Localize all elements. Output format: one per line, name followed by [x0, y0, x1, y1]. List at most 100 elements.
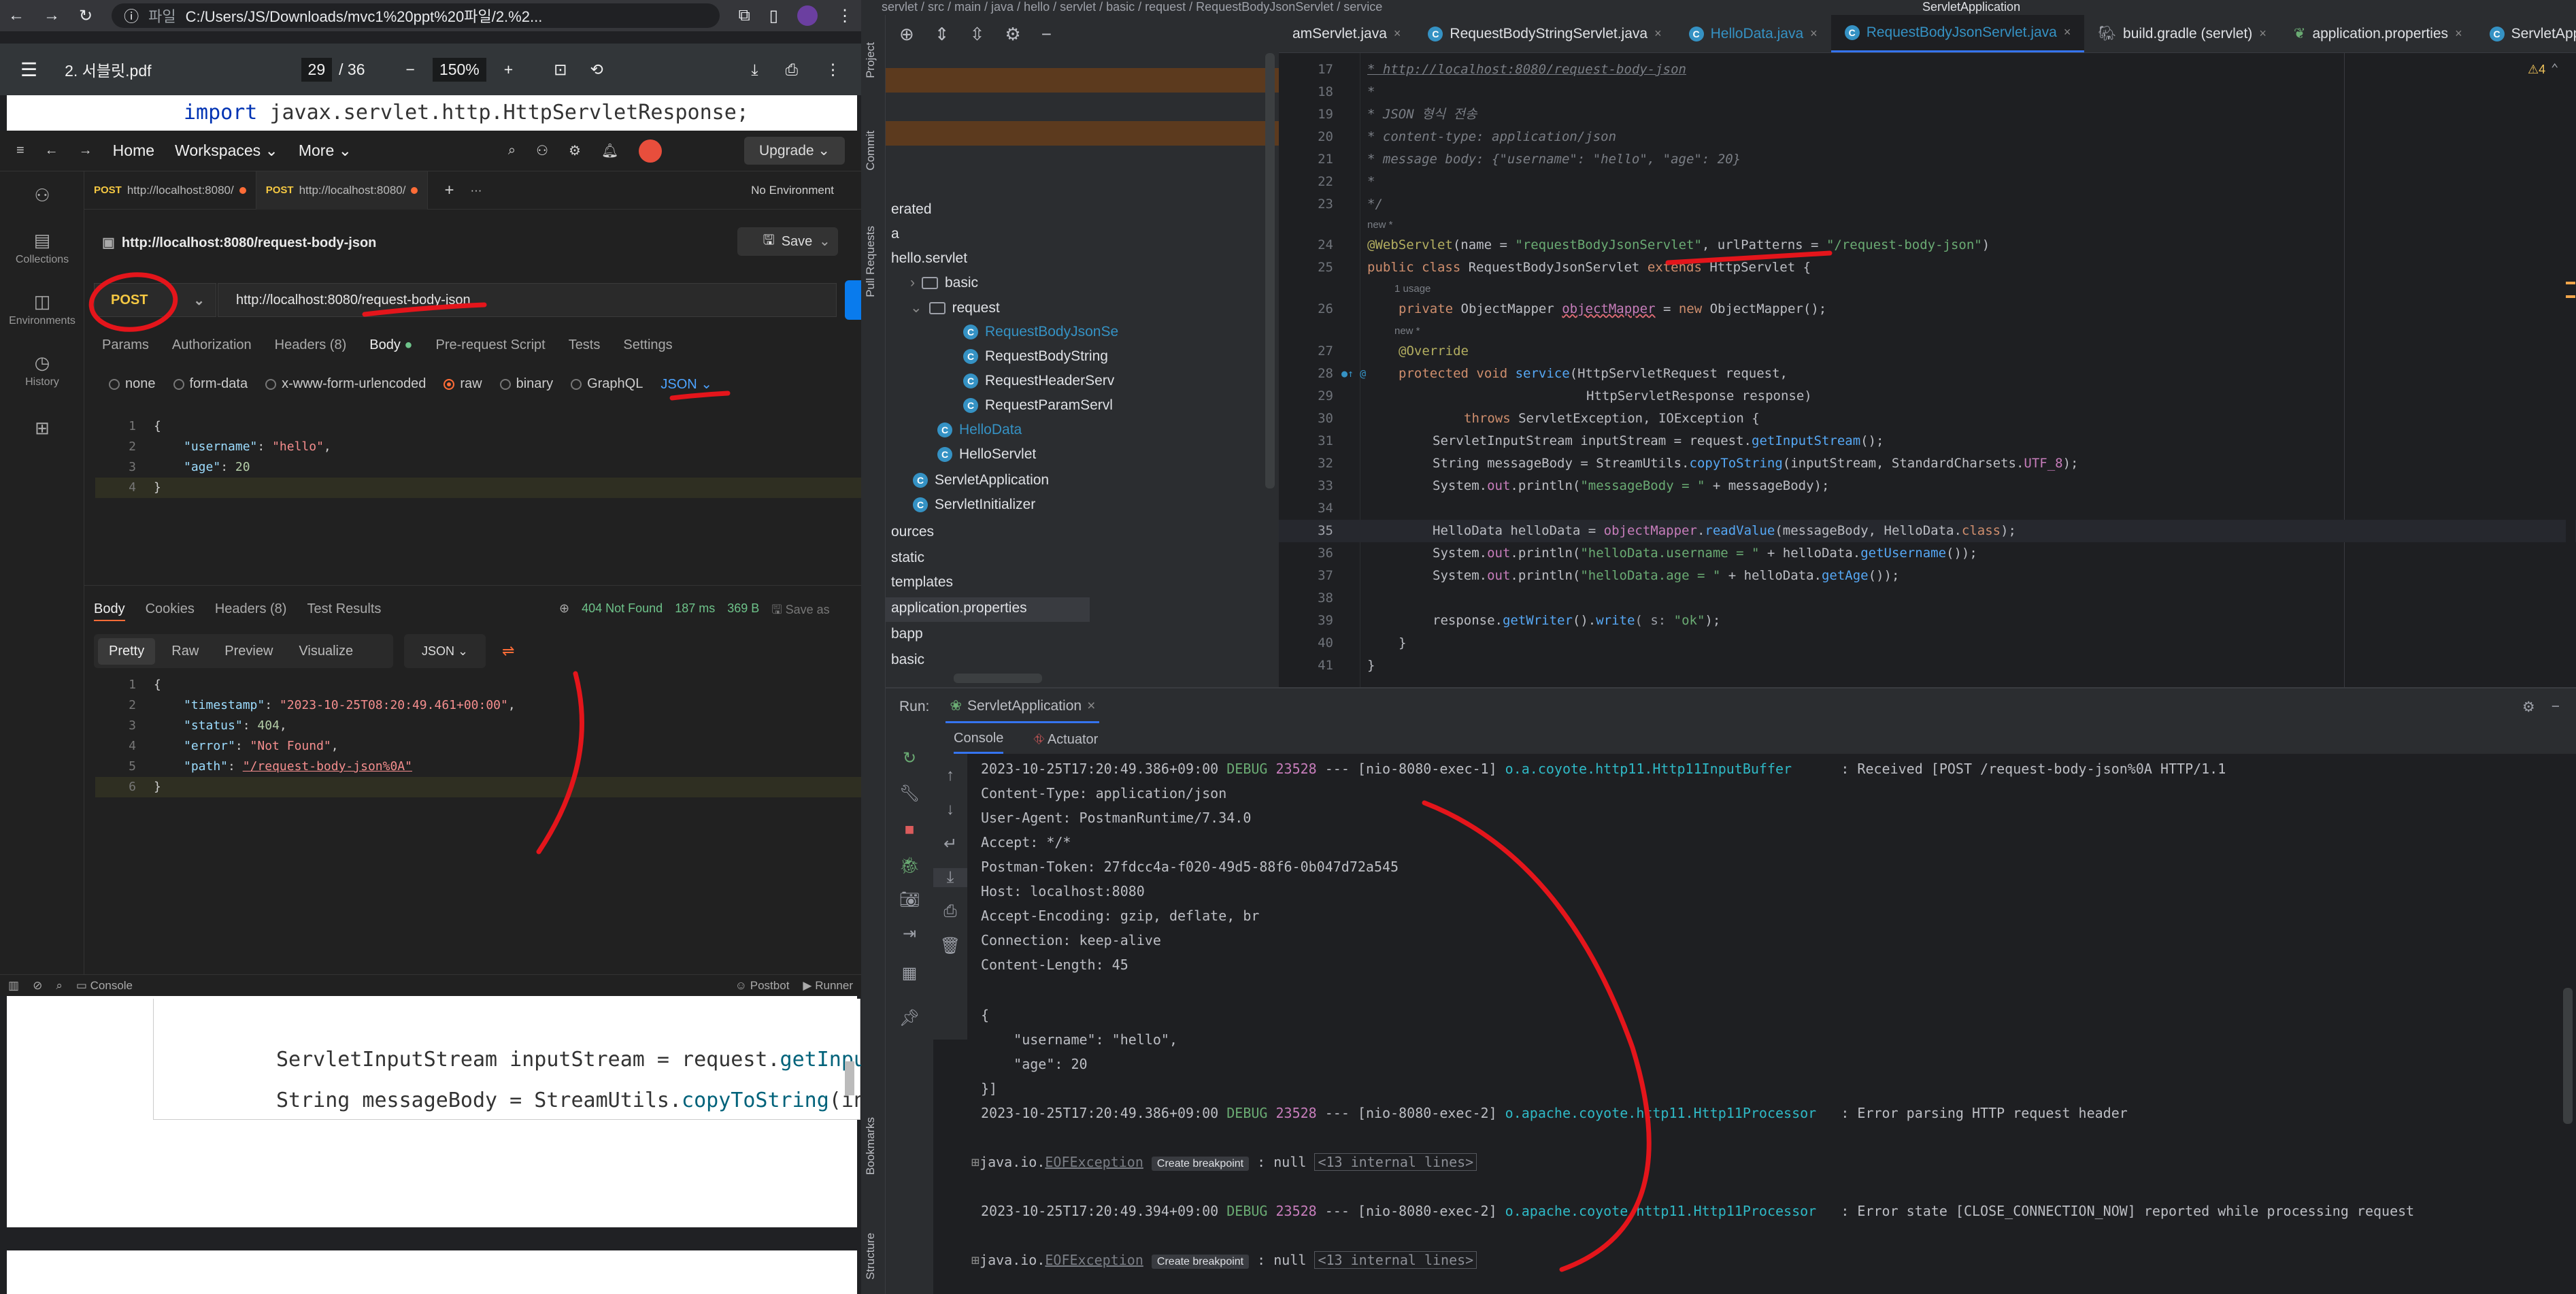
tree-item[interactable]: › basic	[910, 275, 978, 291]
soft-wrap-icon[interactable]: ↵	[933, 834, 967, 854]
search-icon[interactable]: ⌕	[508, 143, 516, 159]
url-input[interactable]: http://localhost:8080/request-body-json	[218, 283, 837, 317]
more-tabs-icon[interactable]: ···	[470, 184, 482, 197]
editor-tab-active[interactable]: C RequestBodyJsonServlet.java ×	[1830, 15, 2085, 52]
project-tool-label[interactable]: Project	[864, 42, 877, 78]
expand-icon[interactable]: ⊞	[971, 1252, 980, 1268]
gear-icon[interactable]: ⚙	[569, 142, 581, 159]
close-icon[interactable]: ×	[2455, 27, 2462, 41]
tree-item[interactable]: erated	[891, 201, 932, 218]
back-icon[interactable]: ←	[8, 6, 24, 25]
internal-lines-fold[interactable]: <13 internal lines>	[1314, 1153, 1477, 1171]
tree-scrollbar[interactable]	[1265, 53, 1275, 488]
layout-icon[interactable]: ▥	[8, 979, 19, 993]
wrap-lines-icon[interactable]: ⇌	[502, 642, 514, 660]
tree-item[interactable]: bapp	[891, 626, 923, 642]
scroll-end-icon[interactable]: ⤓	[933, 868, 967, 887]
code-vision-hint[interactable]: new *	[1367, 219, 1393, 231]
editor-tab[interactable]: amServlet.java ×	[1279, 15, 1414, 52]
tab-prerequest[interactable]: Pre-request Script	[436, 337, 546, 353]
close-icon[interactable]: ×	[1654, 27, 1662, 41]
tree-item[interactable]: basic	[891, 652, 924, 668]
sidebar-item-environments[interactable]: ◫ Environments	[0, 291, 84, 327]
console-output[interactable]: 2023-10-25T17:20:49.386+09:00 DEBUG 2352…	[971, 757, 2576, 1294]
send-button[interactable]	[845, 280, 861, 320]
tree-item[interactable]: a	[891, 226, 899, 242]
environment-select[interactable]: No Environment	[751, 184, 834, 197]
commit-tool-label[interactable]: Commit	[864, 131, 877, 171]
new-tab-icon[interactable]: +	[444, 181, 454, 200]
bell-icon[interactable]: 🔔︎	[601, 142, 618, 159]
run-config-select[interactable]: ServletApplication	[1922, 0, 2020, 14]
view-visualize[interactable]: Visualize	[289, 644, 363, 659]
radio-graphql[interactable]: GraphQL	[571, 376, 643, 392]
print-icon[interactable]: ⎙	[786, 61, 798, 79]
zoom-level[interactable]: 150%	[432, 57, 486, 82]
scroll-down-icon[interactable]: ↓	[933, 800, 967, 819]
tree-item[interactable]: C RequestBodyString	[963, 348, 1108, 365]
sidebar-item-apps[interactable]: ⊞	[0, 418, 84, 442]
hamburger-icon[interactable]: ≡	[16, 143, 24, 159]
stop-icon[interactable]: ■	[886, 820, 933, 840]
scroll-up-icon[interactable]: ↑	[933, 766, 967, 785]
tree-hscrollbar[interactable]	[954, 674, 1042, 683]
pin-icon[interactable]: 📌︎	[886, 1008, 933, 1028]
resp-tab-cookies[interactable]: Cookies	[146, 601, 195, 621]
forward-icon[interactable]: →	[44, 6, 60, 25]
trash-icon[interactable]: 🗑︎	[933, 936, 967, 956]
postbot-button[interactable]: ☺ Postbot	[735, 979, 790, 993]
editor-tab[interactable]: ❦ application.properties ×	[2280, 15, 2476, 52]
tree-item[interactable]: static	[891, 550, 924, 566]
override-gutter-icon[interactable]: ●↑ @	[1341, 363, 1366, 385]
code-vision-hint[interactable]: 1 usage	[1394, 283, 1431, 295]
close-icon[interactable]: ×	[2259, 27, 2266, 41]
response-format-select[interactable]: JSON ⌄	[404, 634, 486, 668]
menu-icon[interactable]: ⋮	[837, 6, 853, 26]
request-body-editor[interactable]: 1 { 2 "username": "hello", 3 "age": 20 4}	[95, 416, 861, 518]
create-breakpoint-button[interactable]: Create breakpoint	[1151, 1157, 1250, 1171]
upgrade-button[interactable]: Upgrade ⌄	[744, 137, 845, 165]
print-icon[interactable]: ⎙	[933, 902, 967, 921]
console-tab[interactable]: Console	[954, 725, 1004, 754]
layout-icon[interactable]: ▦	[886, 963, 933, 983]
radio-raw[interactable]: raw	[444, 376, 482, 392]
editor-tab[interactable]: C ServletApplication.java	[2476, 15, 2576, 52]
actuator-tab[interactable]: ⛗ Actuator	[1033, 732, 1098, 748]
exception-link[interactable]: EOFException	[1045, 1252, 1143, 1268]
code-vision-hint[interactable]: new *	[1394, 325, 1420, 337]
hide-icon[interactable]: −	[1041, 24, 1052, 45]
reload-icon[interactable]: ↻	[79, 6, 93, 26]
chevron-up-icon[interactable]: ⌃	[2551, 61, 2558, 76]
tree-item-selected[interactable]: application.properties	[891, 600, 1027, 616]
save-options-icon[interactable]: ⌄	[819, 233, 831, 250]
address-bar[interactable]: ⓘ 파일 C:/Users/JS/Downloads/mvc1%20ppt%20…	[112, 3, 720, 28]
find-icon[interactable]: ⌕	[56, 979, 63, 993]
wrench-icon[interactable]: 🔧︎	[886, 784, 933, 803]
create-breakpoint-button[interactable]: Create breakpoint	[1151, 1255, 1250, 1269]
sidebar-item-account[interactable]: ⚇	[0, 185, 84, 209]
tree-item[interactable]: C HelloData	[937, 422, 1022, 438]
tab-body[interactable]: Body ●	[369, 337, 412, 353]
tab-headers[interactable]: Headers (8)	[275, 337, 347, 353]
fit-page-icon[interactable]: ⊡	[554, 61, 567, 79]
tab-settings[interactable]: Settings	[623, 337, 672, 353]
rerun-icon[interactable]: ↻	[886, 748, 933, 768]
resp-tab-body[interactable]: Body	[94, 601, 125, 621]
body-format-select[interactable]: JSON ⌄	[660, 376, 712, 393]
console-scrollbar[interactable]	[2563, 988, 2573, 1124]
tree-item[interactable]: templates	[891, 574, 953, 591]
radio-none[interactable]: none	[109, 376, 156, 392]
structure-tool-label[interactable]: Structure	[864, 1233, 877, 1280]
avatar[interactable]	[639, 139, 663, 163]
exception-link[interactable]: EOFException	[1045, 1154, 1143, 1170]
hide-icon[interactable]: −	[2552, 699, 2560, 715]
forward-icon[interactable]: →	[79, 143, 93, 159]
nav-home[interactable]: Home	[113, 142, 154, 160]
tree-item-selected[interactable]: C RequestBodyJsonSe	[963, 324, 1118, 340]
close-icon[interactable]: ×	[1087, 698, 1095, 714]
tree-item[interactable]: C ServletApplication	[913, 472, 1049, 488]
expand-all-icon[interactable]: ⇕	[935, 24, 950, 45]
pull-requests-tool-label[interactable]: Pull Requests	[864, 226, 877, 297]
view-pretty[interactable]: Pretty	[98, 637, 156, 665]
console-button[interactable]: ▭ Console	[76, 979, 133, 993]
